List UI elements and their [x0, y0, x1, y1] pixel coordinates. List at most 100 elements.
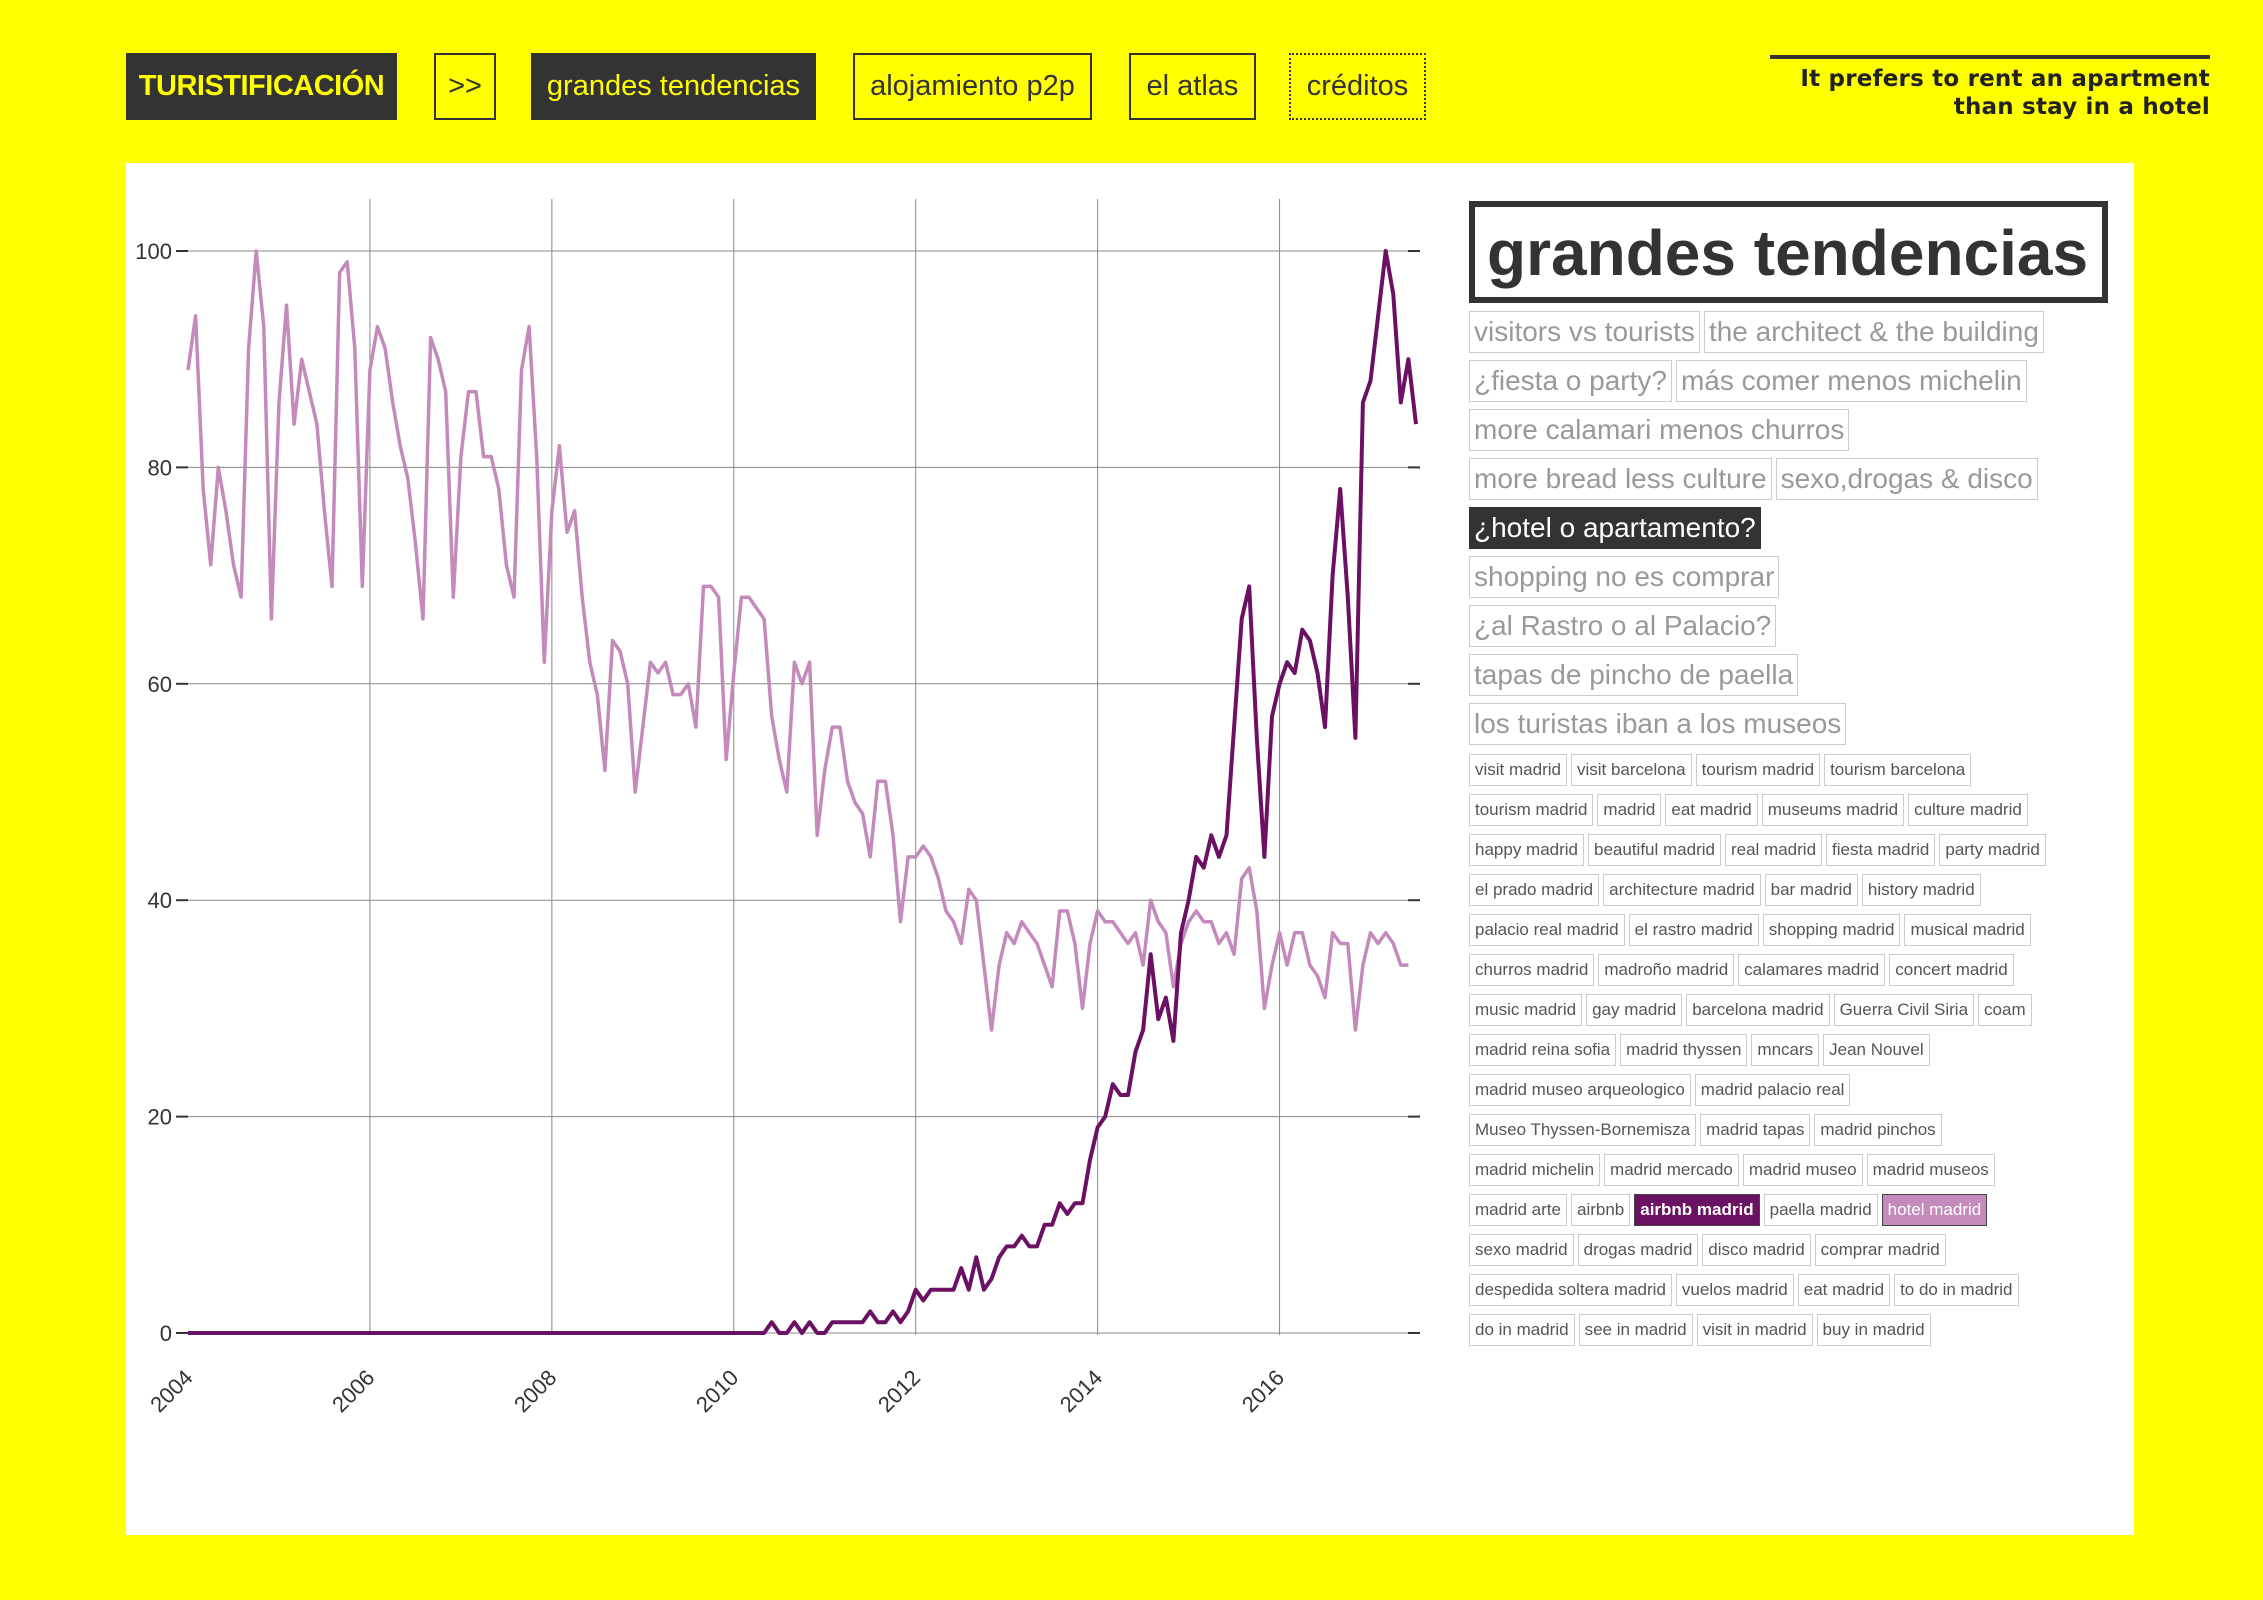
- story-more-bread-less-culture[interactable]: more bread less culture: [1469, 458, 1772, 500]
- keyword-musical-madrid[interactable]: musical madrid: [1904, 914, 2031, 946]
- keyword-eat-madrid[interactable]: eat madrid: [1665, 794, 1758, 826]
- y-axis: 0 20 40 60 80 100: [135, 239, 1420, 1346]
- keyword-tourism-barcelona[interactable]: tourism barcelona: [1824, 754, 1972, 786]
- story-los-turistas-iban-a-los-museos[interactable]: los turistas iban a los museos: [1469, 703, 1847, 745]
- keyword-concert-madrid[interactable]: concert madrid: [1889, 954, 2014, 986]
- keyword-despedida-soltera-madrid[interactable]: despedida soltera madrid: [1469, 1274, 1672, 1306]
- keyword-drogas-madrid[interactable]: drogas madrid: [1577, 1234, 1699, 1266]
- keyword-disco-madrid[interactable]: disco madrid: [1702, 1234, 1811, 1266]
- sidebar: grandes tendencias visitors vs tourists t…: [1469, 201, 2109, 1354]
- keyword-bar-madrid[interactable]: bar madrid: [1764, 874, 1858, 906]
- keyword-airbnb[interactable]: airbnb: [1570, 1194, 1631, 1226]
- story-mas-comer-menos-michelin[interactable]: más comer menos michelin: [1675, 360, 2027, 402]
- keyword-calamares-madrid[interactable]: calamares madrid: [1738, 954, 1886, 986]
- section-title: grandes tendencias: [1469, 201, 2109, 303]
- keyword-eat-madrid[interactable]: eat madrid: [1797, 1274, 1891, 1306]
- nav-grandes-tendencias[interactable]: grandes tendencias: [531, 53, 816, 120]
- next-arrow-button[interactable]: >>: [434, 53, 496, 120]
- keyword-music-madrid[interactable]: music madrid: [1469, 994, 1583, 1026]
- story-visitors-vs-tourists[interactable]: visitors vs tourists: [1469, 311, 1700, 353]
- story-fiesta-o-party[interactable]: ¿fiesta o party?: [1469, 360, 1672, 402]
- nav-alojamiento-p2p[interactable]: alojamiento p2p: [853, 53, 1092, 120]
- keyword-party-madrid[interactable]: party madrid: [1939, 834, 2046, 866]
- x-tick-label: 2012: [873, 1365, 925, 1417]
- series-line-airbnb-madrid: [188, 249, 1418, 1335]
- keyword-buy-in-madrid[interactable]: buy in madrid: [1816, 1314, 1931, 1346]
- keyword-madrid-pinchos[interactable]: madrid pinchos: [1814, 1114, 1942, 1146]
- keyword-madrid-thyssen[interactable]: madrid thyssen: [1620, 1034, 1748, 1066]
- x-tick-label: 2016: [1237, 1365, 1289, 1417]
- keyword-history-madrid[interactable]: history madrid: [1861, 874, 1981, 906]
- keyword-madrid[interactable]: madrid: [1597, 794, 1662, 826]
- x-axis: 2004 2006 2008 2010 2012 2014 2016: [145, 1365, 1289, 1417]
- keyword-tourism-madrid[interactable]: tourism madrid: [1469, 794, 1594, 826]
- keyword-jean-nouvel[interactable]: Jean Nouvel: [1823, 1034, 1930, 1066]
- nav-el-atlas[interactable]: el atlas: [1129, 53, 1256, 120]
- keyword-el-rastro-madrid[interactable]: el rastro madrid: [1628, 914, 1759, 946]
- keyword-hotel-madrid[interactable]: hotel madrid: [1881, 1194, 1988, 1226]
- keyword-guerra-civil-siria[interactable]: Guerra Civil Siria: [1833, 994, 1975, 1026]
- keyword-see-in-madrid[interactable]: see in madrid: [1578, 1314, 1693, 1346]
- y-tick-label: 0: [160, 1321, 172, 1346]
- keyword-shopping-madrid[interactable]: shopping madrid: [1762, 914, 1901, 946]
- keyword-to-do-in-madrid[interactable]: to do in madrid: [1894, 1274, 2019, 1306]
- keyword-madrid-museo-arqueologico[interactable]: madrid museo arqueologico: [1469, 1074, 1691, 1106]
- keyword-barcelona-madrid[interactable]: barcelona madrid: [1686, 994, 1830, 1026]
- keyword-museo-thyssen-bornemisza[interactable]: Museo Thyssen-Bornemisza: [1469, 1114, 1697, 1146]
- story-shopping-no-es-comprar[interactable]: shopping no es comprar: [1469, 556, 1780, 598]
- story-tapas-de-pincho-de-paella[interactable]: tapas de pincho de paella: [1469, 654, 1799, 696]
- x-tick-label: 2008: [509, 1365, 561, 1417]
- keyword-visit-madrid[interactable]: visit madrid: [1469, 754, 1567, 786]
- story-more-calamari-menos-churros[interactable]: more calamari menos churros: [1469, 409, 1850, 451]
- keyword-do-in-madrid[interactable]: do in madrid: [1469, 1314, 1575, 1346]
- keyword-madrid-museo[interactable]: madrid museo: [1742, 1154, 1863, 1186]
- keyword-madrid-tapas[interactable]: madrid tapas: [1700, 1114, 1811, 1146]
- story-the-architect-the-building[interactable]: the architect & the building: [1703, 311, 2044, 353]
- keyword-palacio-real-madrid[interactable]: palacio real madrid: [1469, 914, 1625, 946]
- keyword-madrid-mercado[interactable]: madrid mercado: [1604, 1154, 1739, 1186]
- keyword-visit-barcelona[interactable]: visit barcelona: [1570, 754, 1692, 786]
- keyword-vuelos-madrid[interactable]: vuelos madrid: [1675, 1274, 1794, 1306]
- keyword-fiesta-madrid[interactable]: fiesta madrid: [1826, 834, 1936, 866]
- keyword-sexo-madrid[interactable]: sexo madrid: [1469, 1234, 1574, 1266]
- tagline: It prefers to rent an apartment than sta…: [1770, 55, 2210, 121]
- keyword-museums-madrid[interactable]: museums madrid: [1761, 794, 1905, 826]
- story-hotel-o-apartamento[interactable]: ¿hotel o apartamento?: [1469, 507, 1761, 549]
- brand-button[interactable]: TURISTIFICACIÓN: [126, 53, 397, 120]
- y-tick-label: 100: [135, 239, 172, 264]
- keyword-visit-in-madrid[interactable]: visit in madrid: [1696, 1314, 1813, 1346]
- keyword-churros-madrid[interactable]: churros madrid: [1469, 954, 1595, 986]
- trend-chart: 0 20 40 60 80 100 2004 2006 2008 2010 2012 2014 201…: [135, 199, 1420, 1417]
- y-tick-label: 80: [148, 455, 172, 480]
- keyword-madrid-reina-sofia[interactable]: madrid reina sofia: [1469, 1034, 1617, 1066]
- keyword-madrid-michelin[interactable]: madrid michelin: [1469, 1154, 1601, 1186]
- keyword-madrid-palacio-real[interactable]: madrid palacio real: [1694, 1074, 1851, 1106]
- story-list: visitors vs tourists the architect & the …: [1469, 311, 2109, 752]
- series-line-hotel-madrid: [186, 249, 1409, 1032]
- keyword-culture-madrid[interactable]: culture madrid: [1908, 794, 2028, 826]
- keyword-el-prado-madrid[interactable]: el prado madrid: [1469, 874, 1600, 906]
- keyword-real-madrid[interactable]: real madrid: [1724, 834, 1823, 866]
- keyword-tourism-madrid[interactable]: tourism madrid: [1695, 754, 1821, 786]
- y-tick-label: 40: [148, 888, 172, 913]
- story-al-rastro-o-al-palacio[interactable]: ¿al Rastro o al Palacio?: [1469, 605, 1777, 647]
- keyword-list: visit madrid visit barcelona tourism madri…: [1469, 754, 2109, 1354]
- keyword-coam[interactable]: coam: [1978, 994, 2032, 1026]
- keyword-paella-madrid[interactable]: paella madrid: [1763, 1194, 1878, 1226]
- keyword-madrid-museos[interactable]: madrid museos: [1866, 1154, 1995, 1186]
- x-tick-label: 2004: [145, 1365, 197, 1417]
- story-sexo-drogas-disco[interactable]: sexo,drogas & disco: [1775, 458, 2038, 500]
- x-tick-label: 2006: [327, 1365, 379, 1417]
- keyword-happy-madrid[interactable]: happy madrid: [1469, 834, 1585, 866]
- keyword-gay-madrid[interactable]: gay madrid: [1586, 994, 1683, 1026]
- chart-lines: [186, 249, 1418, 1335]
- keyword-madrono-madrid[interactable]: madroño madrid: [1598, 954, 1735, 986]
- keyword-architecture-madrid[interactable]: architecture madrid: [1603, 874, 1761, 906]
- keyword-mncars[interactable]: mncars: [1751, 1034, 1820, 1066]
- keyword-beautiful-madrid[interactable]: beautiful madrid: [1588, 834, 1721, 866]
- nav-creditos[interactable]: créditos: [1289, 53, 1426, 120]
- keyword-comprar-madrid[interactable]: comprar madrid: [1814, 1234, 1946, 1266]
- keyword-airbnb-madrid[interactable]: airbnb madrid: [1634, 1194, 1760, 1226]
- keyword-madrid-arte[interactable]: madrid arte: [1469, 1194, 1567, 1226]
- y-tick-label: 20: [148, 1105, 172, 1130]
